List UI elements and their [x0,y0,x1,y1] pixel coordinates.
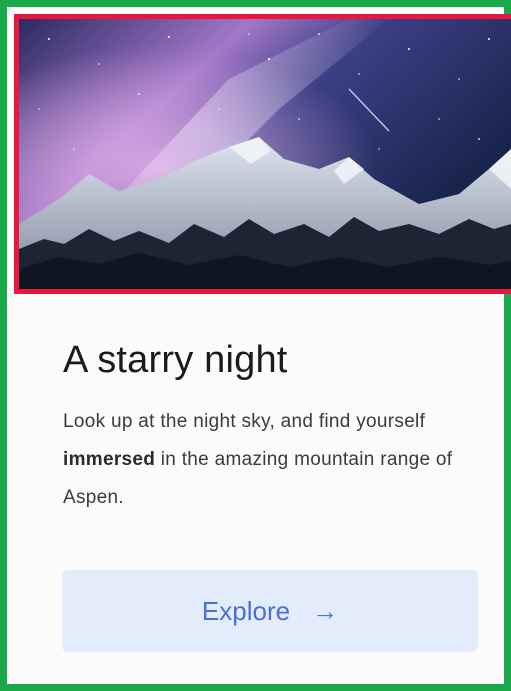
mountain-night-image [19,19,511,289]
explore-button[interactable]: Explore → [62,570,478,652]
explore-button-label: Explore [201,595,291,626]
description-emphasis: immersed [63,449,156,470]
card-title: A starry night [63,339,288,381]
card-body: A starry night Look up at the night sky,… [63,337,483,517]
card-image [14,14,511,294]
arrow-right-icon: → [312,596,339,626]
card-description: Look up at the night sky, and find yours… [63,403,483,517]
description-text-start: Look up at the night sky, and find yours… [63,411,426,432]
card-container: A starry night Look up at the night sky,… [0,0,511,691]
